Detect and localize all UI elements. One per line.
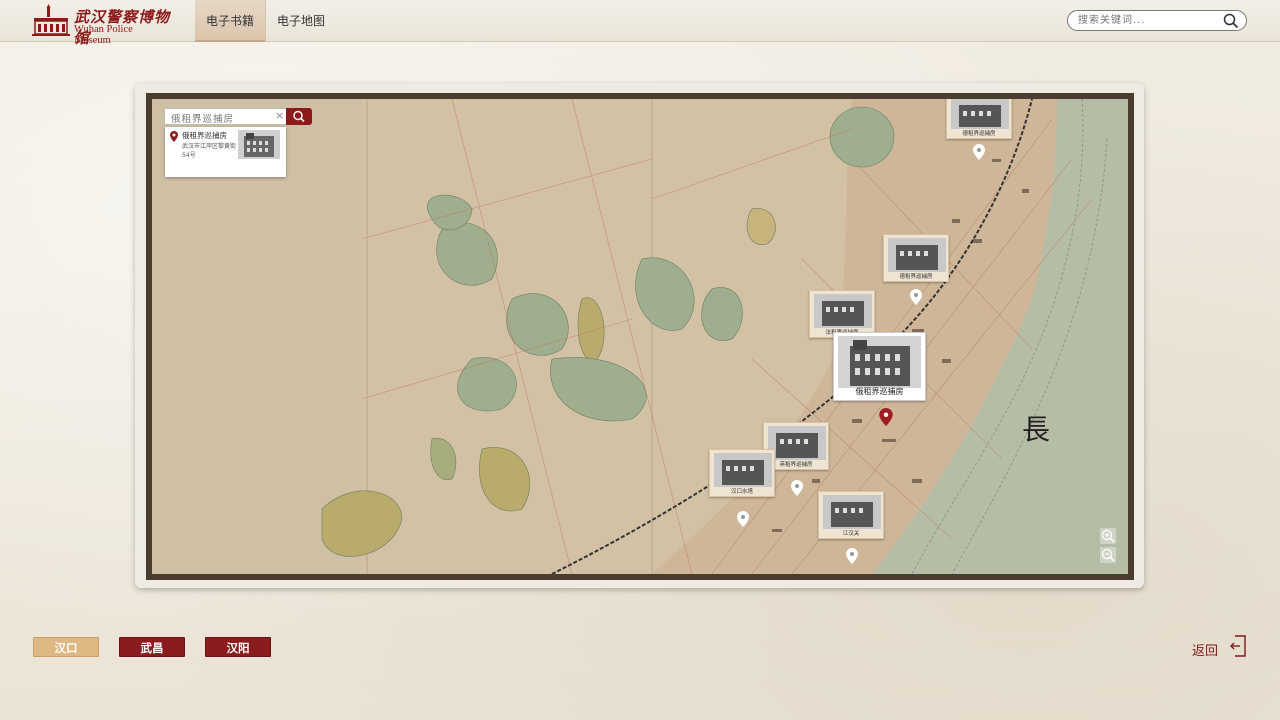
logo-name-en: Wuhan Police Museum bbox=[74, 24, 133, 46]
map-pin-icon[interactable] bbox=[910, 289, 922, 305]
building-photo bbox=[714, 453, 772, 487]
selected-place-card[interactable]: 俄租界巡捕房 bbox=[833, 332, 926, 401]
map-search-box[interactable]: 俄租界巡捕房 × bbox=[164, 108, 312, 125]
selected-pin-icon[interactable] bbox=[879, 408, 893, 426]
search-input[interactable] bbox=[1078, 13, 1218, 28]
tab-emap[interactable]: 电子地图 bbox=[266, 0, 336, 42]
map-search-value: 俄租界巡捕房 bbox=[171, 114, 235, 125]
building-photo bbox=[768, 426, 826, 460]
district-hankou-button[interactable]: 汉口 bbox=[33, 637, 99, 657]
map-pin-icon[interactable] bbox=[737, 511, 749, 527]
place-card[interactable]: 德租界巡捕房 bbox=[883, 234, 949, 282]
zoom-out-button[interactable] bbox=[1100, 547, 1116, 563]
building-photo bbox=[823, 495, 881, 529]
place-card[interactable]: 汉口水塔 bbox=[709, 449, 775, 497]
tab-ebooks[interactable]: 电子书籍 bbox=[195, 0, 265, 42]
global-search bbox=[1067, 10, 1247, 31]
district-wuchang-button[interactable]: 武昌 bbox=[119, 637, 185, 657]
place-label: 俄租界巡捕房 bbox=[855, 387, 904, 396]
map-artwork: 長 bbox=[152, 99, 1128, 574]
result-address: 武汉市江岸区黎黄街54号 bbox=[182, 143, 237, 159]
zoom-in-icon bbox=[1101, 529, 1115, 543]
location-pin-icon bbox=[170, 131, 178, 142]
district-hanyang-button[interactable]: 汉阳 bbox=[205, 637, 271, 657]
building-photo bbox=[238, 130, 280, 159]
building-photo bbox=[838, 336, 921, 388]
historical-map[interactable]: 長 俄租界巡捕房 × 俄租界巡捕房 武汉市江岸区黎黄街54号 德租界巡捕房 德租… bbox=[152, 99, 1128, 574]
search-icon bbox=[293, 110, 305, 123]
map-pin-icon[interactable] bbox=[846, 548, 858, 564]
building-photo bbox=[888, 238, 946, 272]
zoom-out-icon bbox=[1101, 548, 1115, 562]
building-photo bbox=[814, 294, 872, 328]
back-button[interactable]: 返回 bbox=[1191, 634, 1251, 660]
place-label: 江汉关 bbox=[842, 531, 860, 537]
map-pin-icon[interactable] bbox=[973, 144, 985, 160]
search-result-card[interactable]: 俄租界巡捕房 武汉市江岸区黎黄街54号 bbox=[165, 127, 286, 177]
map-panel: 長 俄租界巡捕房 × 俄租界巡捕房 武汉市江岸区黎黄街54号 德租界巡捕房 德租… bbox=[135, 83, 1144, 588]
map-pin-icon[interactable] bbox=[791, 480, 803, 496]
museum-building-icon bbox=[32, 4, 70, 36]
back-label: 返回 bbox=[1192, 644, 1219, 659]
river-label: 長 bbox=[1022, 413, 1050, 446]
place-label: 德租界巡捕房 bbox=[962, 131, 996, 137]
place-card[interactable]: 法租界巡捕房 bbox=[809, 290, 875, 338]
map-frame: 長 俄租界巡捕房 × 俄租界巡捕房 武汉市江岸区黎黄街54号 德租界巡捕房 德租… bbox=[146, 93, 1134, 580]
header: 武汉警察博物馆 Wuhan Police Museum 电子书籍 电子地图 bbox=[0, 0, 1280, 47]
museum-logo[interactable]: 武汉警察博物馆 Wuhan Police Museum bbox=[32, 4, 172, 47]
place-label: 汉口水塔 bbox=[730, 489, 753, 495]
clear-icon[interactable]: × bbox=[275, 109, 284, 122]
search-icon[interactable] bbox=[1223, 13, 1239, 29]
place-card[interactable]: 德租界巡捕房 bbox=[946, 99, 1012, 139]
place-card[interactable]: 江汉关 bbox=[818, 491, 884, 539]
zoom-in-button[interactable] bbox=[1100, 528, 1116, 544]
map-search-button[interactable] bbox=[286, 108, 312, 125]
result-title: 俄租界巡捕房 bbox=[182, 131, 227, 140]
exit-icon bbox=[1230, 635, 1246, 657]
place-label: 德租界巡捕房 bbox=[899, 274, 933, 280]
building-photo bbox=[951, 99, 1009, 129]
